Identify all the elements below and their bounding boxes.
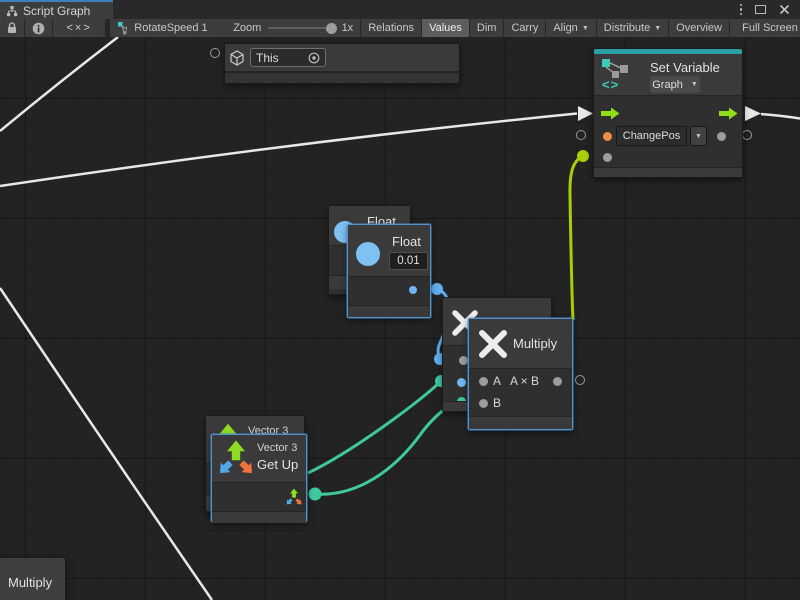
float-value-field[interactable]: 0.01: [389, 252, 428, 270]
node-title: Vector 3: [257, 442, 297, 454]
graph-tab-icon: [6, 5, 18, 17]
port-input-b[interactable]: [479, 399, 488, 408]
wire-end-teal: [309, 488, 322, 501]
graph-node-icon: [117, 21, 127, 35]
tab-script-graph[interactable]: Script Graph: [0, 0, 113, 19]
port-ring[interactable]: [576, 130, 586, 140]
node-multiply[interactable]: Multiply A A × B B: [468, 318, 573, 430]
float-icon: [356, 242, 380, 266]
variable-name-dropdown[interactable]: ChangePos: [616, 126, 687, 146]
script-graph-window: Script Graph <×>: [0, 0, 800, 600]
maximize-button[interactable]: [755, 5, 766, 14]
node-title: Multiply: [8, 575, 52, 590]
wire-teal-getup-to-multiply-lower: [315, 401, 459, 495]
carry-button[interactable]: Carry: [504, 19, 545, 37]
wire-teal-getup-to-multiply-upper: [308, 382, 440, 473]
chevron-down-icon: ▼: [654, 25, 661, 32]
window-menu-button[interactable]: [740, 4, 743, 16]
title-bar: Script Graph: [0, 0, 800, 19]
port-label-output: A × B: [510, 374, 539, 388]
wire-flow-out-of-set-variable: [761, 114, 800, 119]
node-set-variable[interactable]: <> Set Variable Graph ▼ ChangePos: [593, 48, 743, 178]
node-this[interactable]: This: [224, 43, 460, 84]
node-title: Multiply: [513, 336, 557, 351]
wire-lime-multiply-to-setvariable: [570, 156, 583, 320]
flow-arrowhead-in: [578, 106, 593, 121]
close-button[interactable]: [779, 4, 790, 15]
port-float-output[interactable]: [409, 286, 417, 294]
port-label-a: A: [493, 374, 501, 388]
flow-input-arrow[interactable]: [600, 107, 620, 120]
breadcrumb-zoom-segment: RotateSpeed 1 Zoom 1x: [110, 19, 360, 37]
port-input-a[interactable]: [479, 377, 488, 386]
port-input[interactable]: [459, 356, 468, 365]
zoom-slider-handle[interactable]: [326, 23, 337, 34]
wire-end-lime: [577, 150, 589, 162]
port-input-value[interactable]: [603, 153, 612, 162]
values-button[interactable]: Values: [422, 19, 469, 37]
flow-arrowhead-out: [745, 106, 761, 121]
node-multiply-corner[interactable]: Multiply: [0, 557, 66, 600]
port-ring[interactable]: [742, 130, 752, 140]
info-icon: [32, 22, 45, 35]
wire-flow-topleft: [0, 37, 118, 131]
graph-canvas[interactable]: This <> Set Variable: [0, 37, 800, 600]
node-float[interactable]: Float 0.01: [347, 224, 431, 318]
dim-button[interactable]: Dim: [470, 19, 504, 37]
port-label-b: B: [493, 396, 501, 410]
object-picker-icon[interactable]: [308, 52, 320, 64]
port-ring[interactable]: [575, 375, 585, 385]
port-input-a[interactable]: [457, 378, 466, 387]
zoom-value: 1x: [342, 22, 354, 34]
port-ring[interactable]: [210, 48, 220, 58]
node-vector3-get-up[interactable]: Vector 3 Get Up: [211, 434, 307, 522]
this-object-field[interactable]: This: [250, 48, 326, 67]
distribute-button[interactable]: Distribute ▼: [597, 19, 668, 37]
lock-button[interactable]: [0, 19, 24, 37]
chevron-down-icon: ▼: [582, 25, 589, 32]
code-icon: <×>: [66, 22, 91, 34]
port-output[interactable]: [553, 377, 562, 386]
multiply-icon: [477, 328, 509, 360]
wire-flow-diagonal: [0, 288, 212, 600]
node-title: Float: [392, 234, 421, 249]
node-subtitle: Get Up: [257, 457, 298, 472]
chevron-down-icon: ▼: [695, 133, 702, 140]
lock-icon: [7, 22, 17, 34]
chevron-down-icon: ▼: [691, 81, 698, 88]
port-variable-name[interactable]: [603, 132, 612, 141]
zoom-label: Zoom: [233, 22, 261, 34]
vector3-icon: [215, 438, 259, 482]
overview-button[interactable]: Overview: [669, 19, 729, 37]
port-vector3-output[interactable]: [283, 486, 305, 508]
variable-name-dropdown-arrow[interactable]: ▼: [690, 126, 707, 146]
cube-icon: [229, 50, 245, 66]
breadcrumb-graph-name[interactable]: RotateSpeed 1: [134, 22, 207, 34]
node-title: Set Variable: [650, 60, 720, 75]
relations-button[interactable]: Relations: [361, 19, 421, 37]
zoom-slider[interactable]: [268, 27, 334, 29]
flow-output-arrow[interactable]: [718, 107, 738, 120]
align-button[interactable]: Align ▼: [546, 19, 595, 37]
set-variable-icon: [601, 58, 631, 78]
graph-toolbar: <×> RotateSpeed 1 Zoom 1x Relations Valu…: [0, 19, 800, 37]
full-screen-button[interactable]: Full Screen: [730, 19, 800, 37]
code-brackets-icon: <>: [602, 77, 619, 92]
info-button[interactable]: [25, 19, 52, 37]
preview-code-button[interactable]: <×>: [53, 19, 105, 37]
wire-end-blue: [431, 283, 443, 295]
wire-flow-into-set-variable: [0, 114, 577, 187]
port-output-value[interactable]: [717, 132, 726, 141]
tab-title: Script Graph: [23, 4, 90, 18]
variable-scope-dropdown[interactable]: Graph ▼: [650, 76, 700, 93]
